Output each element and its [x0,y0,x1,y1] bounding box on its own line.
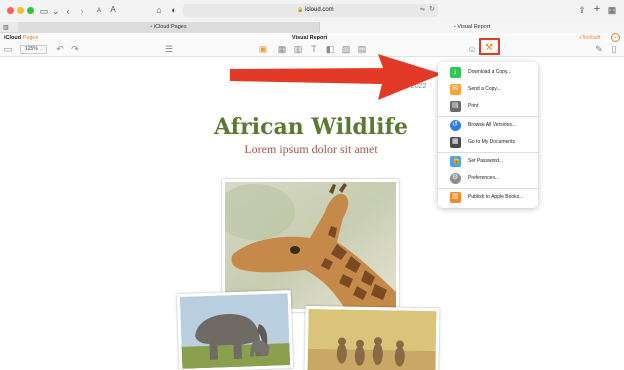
text-smaller-button[interactable]: A [96,6,102,16]
chart-icon[interactable]: ▥ [293,44,303,54]
preferences-icon: ⚙ [450,173,461,184]
date-text: 0, 2022 [403,83,427,90]
menu-item-browse-versions[interactable]: ↺ Browse All Versions... [438,118,538,133]
zoom-select[interactable]: 125% ⌄ [20,45,47,54]
collaborate-icon[interactable]: ☺ [467,44,477,54]
meerkat-image [307,308,437,370]
meerkat-photo[interactable] [304,305,440,370]
new-tab-icon[interactable]: + [593,4,601,15]
document-title-heading: African Wildlife [214,114,408,140]
document-subtitle: Lorem ipsum dolor sit amet [244,142,378,156]
shield-icon[interactable]: ◐ [170,5,178,15]
download-icon: ↓ [450,67,461,78]
password-icon: 🔒 [450,156,461,167]
elephant-photo[interactable] [176,290,294,370]
menu-item-set-password[interactable]: 🔒 Set Password... [438,154,538,169]
shape-icon[interactable]: ◧ [325,44,335,54]
document-title: Visual Report [292,35,328,41]
document-panel-icon[interactable]: ▯ [609,44,619,54]
translate-icon[interactable]: ⇋ [420,6,425,13]
menu-separator [438,188,538,189]
user-name[interactable]: rTechsoft [580,34,600,42]
text-box-icon[interactable]: T [309,44,319,54]
app-header: iCloud Pages Visual Report rTechsoft ⌄ [0,33,624,43]
redo-icon[interactable]: ↷ [70,44,80,54]
tab-icloud-pages[interactable]: ▪ iCloud Pages [18,22,320,33]
forward-button[interactable]: › [78,6,86,16]
comment-icon[interactable]: ▤ [357,44,367,54]
more-options-button[interactable]: ⚒ [479,38,500,55]
wrench-icon: ⚒ [485,42,494,52]
print-icon: ▤ [450,101,461,112]
books-icon: ▥ [450,192,461,203]
insert-icon[interactable]: ▣ [258,44,268,54]
more-options-menu: ↓ Download a Copy... ✉ Send a Copy... ▤ … [438,62,538,208]
menu-item-print[interactable]: ▤ Print [438,99,538,114]
app-toolbar: ▭ 125% ⌄ ↶ ↷ ☰ ▣ ▦ ▥ T ◧ ▨ ▤ ☺ ⚒ ✎ ▯ [0,38,624,57]
format-brush-icon[interactable]: ✎ [594,44,604,54]
close-window-button[interactable] [7,7,14,14]
home-icon[interactable]: ⌂ [154,5,164,15]
browser-toolbar: ▭ ⌄ ‹ › A A ⌂ ◐ 🔒 icloud.com ⇋ ↻ ⇪ + ▦ [0,0,624,22]
tab-bar: ▥ ▪ iCloud Pages ▪ Visual Report [0,22,624,33]
left-gutter [0,57,155,370]
zoom-window-button[interactable] [27,7,34,14]
media-icon[interactable]: ▨ [341,44,351,54]
chevron-down-icon[interactable]: ⌄ [52,6,60,16]
versions-icon: ↺ [450,120,461,131]
chevron-down-icon: ⌄ [39,46,44,52]
text-larger-button[interactable]: A [109,5,117,15]
menu-separator [438,152,538,153]
sidebar-toggle-icon[interactable]: ▭ [38,6,50,16]
reload-icon[interactable]: ↻ [429,5,435,13]
tab-bar-grid-icon: ▥ [3,25,9,31]
menu-item-download-copy[interactable]: ↓ Download a Copy... [438,65,538,80]
menu-item-preferences[interactable]: ⚙ Preferences... [438,171,538,186]
giraffe-image [225,182,396,309]
documents-icon: ▦ [450,137,461,148]
app-brand[interactable]: iCloud Pages [4,34,38,42]
date-fragment-top: Lisa [413,76,425,82]
document-page[interactable]: Lisa 0, 2022 African Wildlife Lorem ipsu… [155,57,467,370]
back-button[interactable]: ‹ [64,6,72,16]
lock-icon: 🔒 [297,7,304,13]
menu-item-publish-books[interactable]: ▥ Publish to Apple Books... [438,190,538,205]
send-copy-icon: ✉ [450,84,461,95]
url-text: icloud.com [305,7,334,13]
address-bar[interactable]: 🔒 icloud.com ⇋ ↻ [183,4,438,17]
format-list-icon[interactable]: ☰ [164,44,174,54]
menu-item-send-copy[interactable]: ✉ Send a Copy... [438,82,538,97]
menu-separator [438,116,538,117]
menu-item-my-documents[interactable]: ▦ Go to My Documents [438,135,538,150]
tab-visual-report[interactable]: ▪ Visual Report [320,22,624,33]
table-icon[interactable]: ▦ [277,44,287,54]
minimize-window-button[interactable] [17,7,24,14]
account-chevron-icon[interactable]: ⌄ [611,33,620,42]
share-icon[interactable]: ⇪ [578,5,586,15]
sidebar-icon[interactable]: ▭ [3,44,13,54]
elephant-image [179,293,291,369]
tab-overview-icon[interactable]: ▦ [607,5,617,15]
undo-icon[interactable]: ↶ [55,44,65,54]
